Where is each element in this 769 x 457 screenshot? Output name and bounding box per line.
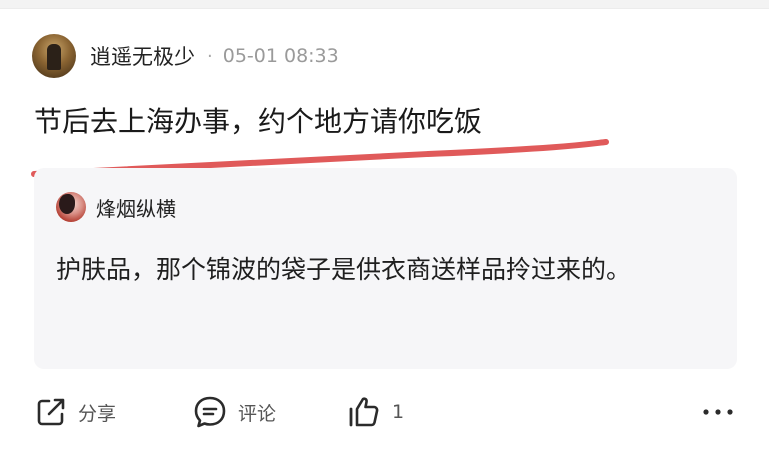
comment-icon [194, 396, 226, 428]
like-button[interactable]: 1 [346, 392, 404, 432]
comment-button[interactable]: 评论 [192, 392, 276, 432]
share-label: 分享 [78, 402, 117, 425]
more-options-button[interactable] [700, 392, 736, 432]
comment-label: 评论 [238, 402, 277, 425]
quoted-author-row: 烽烟纵横 [56, 192, 176, 222]
quoted-author-name[interactable]: 烽烟纵横 [96, 193, 176, 222]
author-avatar[interactable] [32, 34, 76, 78]
more-horizontal-icon [703, 409, 733, 415]
author-name[interactable]: 逍遥无极少 [90, 41, 195, 71]
meta-separator: · [207, 45, 213, 67]
like-count: 1 [392, 401, 405, 423]
action-bar: 分享 评论 1 [34, 392, 739, 432]
quoted-post-card[interactable]: 烽烟纵横 护肤品，那个锦波的袋子是供衣商送样品拎过来的。 [34, 168, 737, 369]
share-button[interactable]: 分享 [34, 392, 116, 432]
quoted-content: 护肤品，那个锦波的袋子是供衣商送样品拎过来的。 [56, 255, 632, 284]
share-icon [37, 398, 65, 426]
quoted-author-avatar[interactable] [56, 192, 86, 222]
thumbs-up-icon [349, 397, 379, 427]
post-timestamp: 05-01 08:33 [222, 45, 339, 67]
post-header: 逍遥无极少 · 05-01 08:33 [32, 34, 339, 78]
top-divider [0, 0, 769, 9]
